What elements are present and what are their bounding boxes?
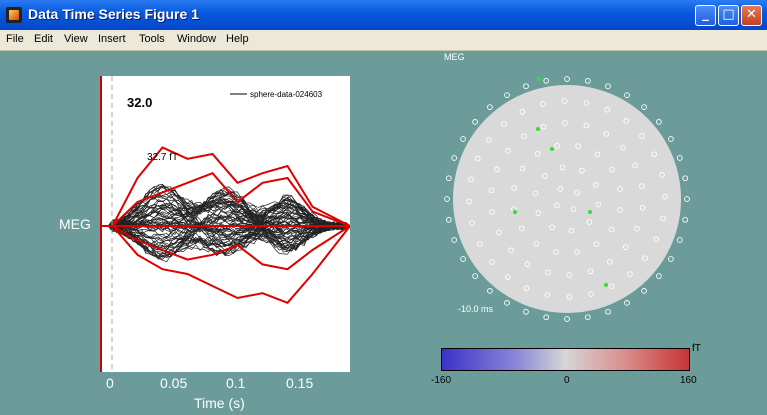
sensor-marker[interactable] [656,119,662,125]
selected-sensor-marker[interactable] [604,283,608,287]
sensor-marker[interactable] [676,237,683,243]
selected-sensor-marker[interactable] [537,77,541,81]
colorbar [441,348,690,371]
x-tick-0: 0 [106,375,114,391]
sensor-marker[interactable] [605,83,611,90]
sensor-marker[interactable] [543,77,550,84]
sensor-marker[interactable] [487,104,493,110]
sensor-marker[interactable] [472,273,478,279]
window-title-bar[interactable]: Data Time Series Figure 1 _ □ ✕ [0,0,767,30]
selected-sensor-marker[interactable] [536,127,540,131]
sensor-marker[interactable] [641,104,647,110]
close-button[interactable]: ✕ [741,5,762,26]
colorbar-min-label: -160 [431,375,452,386]
sensor-marker[interactable] [684,196,690,202]
sensor-marker[interactable] [472,119,478,125]
matlab-app-icon [6,7,22,23]
sensor-marker[interactable] [523,83,529,90]
topography-svg: -10.0 ms [444,76,690,322]
channel-type-label: MEG [59,216,91,232]
maximize-icon: □ [722,7,735,22]
x-tick-0.1: 0.1 [226,375,246,391]
timeseries-plot[interactable]: 32.0 32.7 fT sphere-data-024603 [100,76,351,372]
head-disk [453,85,681,313]
sensor-marker[interactable] [504,300,510,306]
sensor-marker[interactable] [605,308,611,315]
sensor-marker[interactable] [487,288,493,294]
current-value-label: 32.0 [127,95,152,110]
sensor-marker[interactable] [668,136,674,142]
sensor-marker[interactable] [460,256,466,262]
menu-edit[interactable]: Edit [34,33,53,45]
sensor-marker[interactable] [444,196,450,202]
menu-help[interactable]: Help [226,33,249,45]
sensor-marker[interactable] [451,155,458,161]
legend-label: sphere-data-024603 [250,90,323,99]
colorbar-mid-label: 0 [564,375,570,386]
sensor-marker[interactable] [676,155,683,161]
menu-view[interactable]: View [64,33,88,45]
window-title: Data Time Series Figure 1 [28,6,199,22]
menu-file[interactable]: File [6,33,24,45]
selected-sensor-marker[interactable] [588,210,592,214]
menu-window[interactable]: Window [177,33,216,45]
sensor-marker[interactable] [564,316,570,322]
topography-plot[interactable]: -10.0 ms [440,72,690,327]
sensor-marker[interactable] [682,216,689,223]
sensor-marker[interactable] [624,300,630,306]
sensor-marker[interactable] [564,76,570,82]
sensor-marker[interactable] [682,175,689,182]
menu-tools[interactable]: Tools [139,33,165,45]
sensor-marker[interactable] [523,308,529,315]
topography-time-label: -10.0 ms [458,304,494,314]
sensor-marker[interactable] [641,288,647,294]
topography-title: MEG [444,52,465,62]
timeseries-svg: 32.0 32.7 fT sphere-data-024603 [100,76,351,372]
x-tick-0.15: 0.15 [286,375,314,391]
x-tick-0.05: 0.05 [160,375,188,391]
colorbar-max-label: 160 [680,375,697,386]
minimize-button[interactable]: _ [695,5,716,26]
sensor-marker[interactable] [445,216,452,223]
sensor-marker[interactable] [624,92,630,98]
sensor-marker[interactable] [451,237,458,243]
sensor-marker[interactable] [543,314,550,321]
sensor-marker[interactable] [460,136,466,142]
close-icon: ✕ [746,7,757,22]
sensor-marker[interactable] [584,77,591,84]
sensor-marker[interactable] [668,256,674,262]
colorbar-unit: fT [692,343,701,354]
sensor-marker[interactable] [584,314,591,321]
maximize-button[interactable]: □ [718,5,739,26]
selected-sensor-marker[interactable] [513,210,517,214]
selected-sensor-marker[interactable] [550,147,554,151]
peak-value-label: 32.7 fT [147,152,178,163]
minimize-icon: _ [702,7,709,22]
sensor-marker[interactable] [656,273,662,279]
sensor-marker[interactable] [504,92,510,98]
menu-insert[interactable]: Insert [98,33,126,45]
x-axis-label: Time (s) [194,395,245,411]
menu-bar: File Edit View Insert Tools Window Help [0,30,767,51]
sensor-marker[interactable] [445,175,452,182]
